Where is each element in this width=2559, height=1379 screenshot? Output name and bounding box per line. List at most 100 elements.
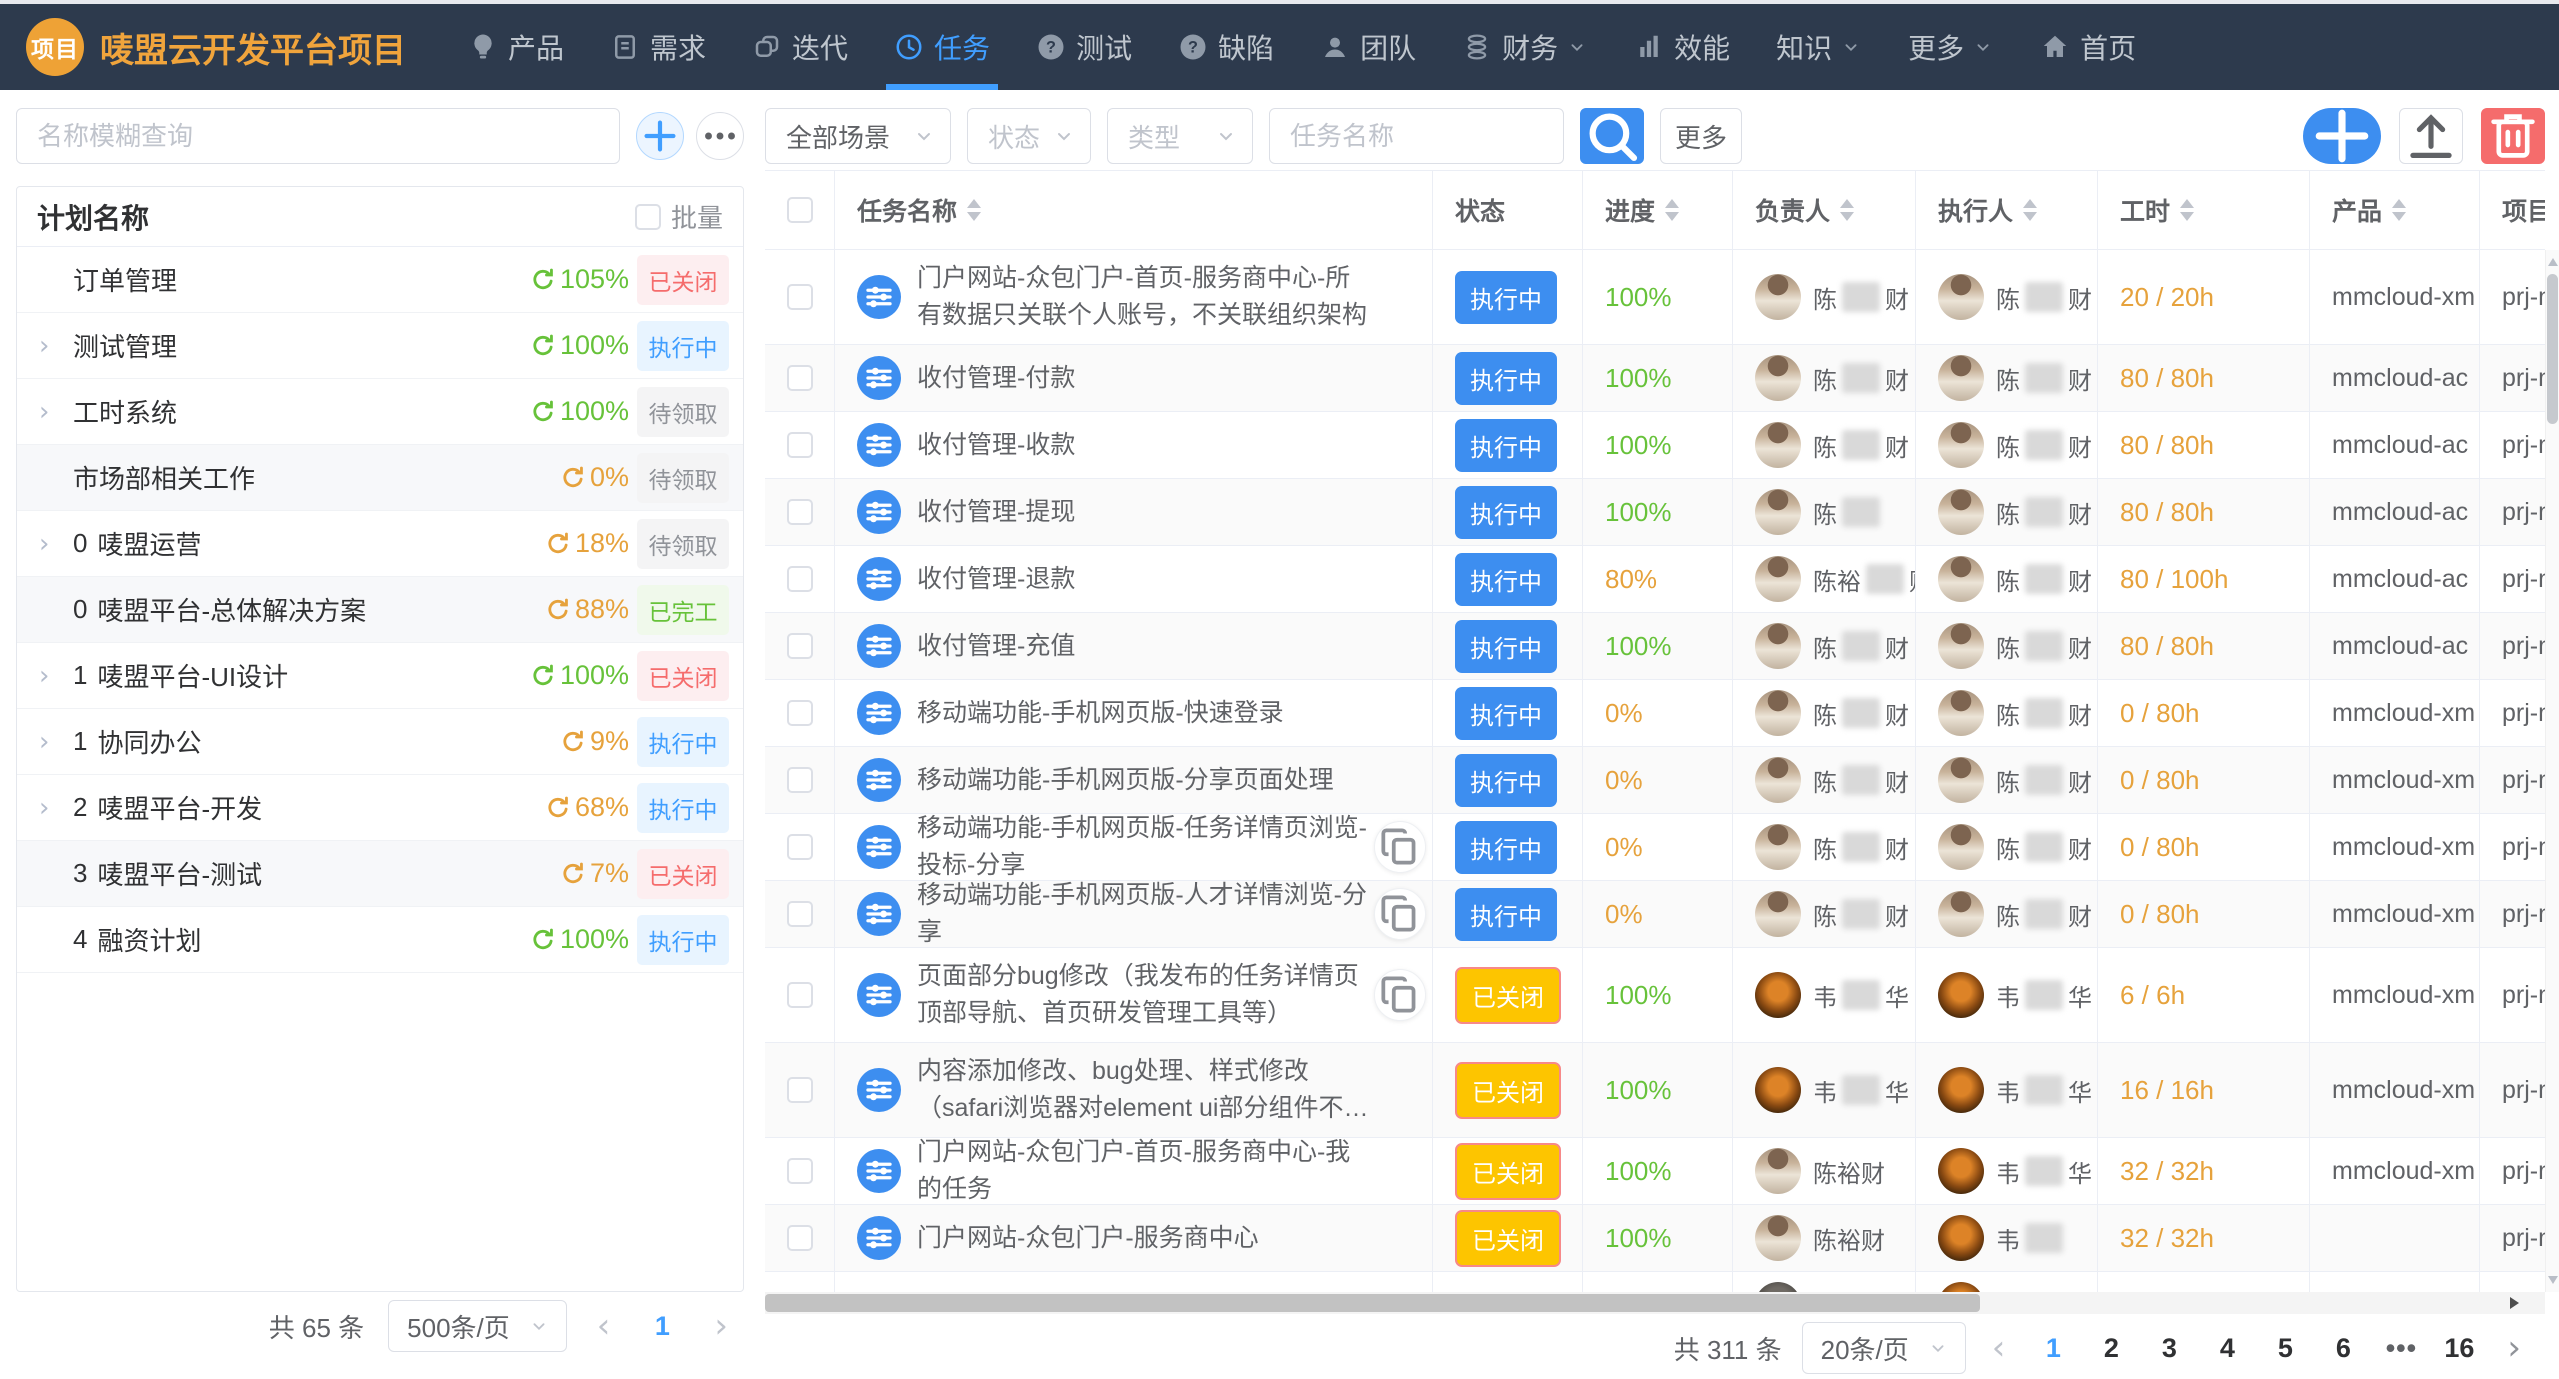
- task-name[interactable]: 门户网站-众包门户-服务商中心: [917, 1220, 1299, 1257]
- add-task-button[interactable]: [2303, 108, 2381, 164]
- vertical-scrollbar-thumb[interactable]: [2547, 274, 2558, 424]
- page-number[interactable]: 16: [2437, 1326, 2481, 1370]
- task-name[interactable]: 移动端功能-手机网页版-人才详情浏览-分享: [917, 881, 1410, 947]
- column-header[interactable]: 进度: [1583, 171, 1733, 249]
- column-header[interactable]: 任务名称: [835, 171, 1433, 249]
- table-row[interactable]: 移动端功能-手机网页版-分享页面处理 执行中 0% 陈财 陈财 0 / 80h …: [765, 747, 2545, 814]
- page-number[interactable]: 5: [2263, 1326, 2307, 1370]
- plan-list-item[interactable]: › 0 唛盟平台-总体解决方案 88% 已完工: [17, 577, 743, 643]
- page-ellipsis[interactable]: •••: [2379, 1326, 2423, 1370]
- task-prev-page-button[interactable]: ‹: [1986, 1328, 2012, 1368]
- column-header[interactable]: 产品: [2310, 171, 2480, 249]
- upload-button[interactable]: [2399, 108, 2463, 164]
- task-name[interactable]: 移动端功能-手机网页版-快速登录: [917, 695, 1324, 732]
- plan-list-item[interactable]: › 3 唛盟平台-测试 7% 已关闭: [17, 841, 743, 907]
- column-header[interactable]: 项目: [2480, 171, 2545, 249]
- table-row[interactable]: [765, 1272, 2545, 1292]
- table-row[interactable]: 收付管理-付款 执行中 100% 陈财 陈财 80 / 80h mmcloud-…: [765, 345, 2545, 412]
- row-checkbox[interactable]: [787, 432, 813, 458]
- table-row[interactable]: 移动端功能-手机网页版-任务详情页浏览-投标-分享 执行中 0% 陈财 陈财 0…: [765, 814, 2545, 881]
- task-name[interactable]: 门户网站-众包门户-首页-服务商中心-我的任务: [917, 1138, 1410, 1204]
- task-name[interactable]: 移动端功能-手机网页版-分享页面处理: [917, 762, 1374, 799]
- plan-prev-page-button[interactable]: ‹: [591, 1306, 617, 1346]
- row-checkbox[interactable]: [787, 1225, 813, 1251]
- plan-next-page-button[interactable]: ›: [708, 1306, 734, 1346]
- table-row[interactable]: 门户网站-众包门户-服务商中心 已关闭 100% 陈裕财 韦 32 / 32h …: [765, 1205, 2545, 1272]
- nav-item-more[interactable]: 更多: [1892, 4, 2010, 90]
- delete-button[interactable]: [2481, 108, 2545, 164]
- row-checkbox[interactable]: [787, 700, 813, 726]
- column-header[interactable]: 工时: [2098, 171, 2310, 249]
- expand-chevron-icon[interactable]: ›: [39, 331, 73, 361]
- task-name-input[interactable]: [1269, 108, 1564, 164]
- nav-item-knowledge[interactable]: 知识: [1760, 4, 1878, 90]
- row-checkbox[interactable]: [787, 499, 813, 525]
- sort-icon[interactable]: [2392, 199, 2406, 221]
- table-row[interactable]: 移动端功能-手机网页版-快速登录 执行中 0% 陈财 陈财 0 / 80h mm…: [765, 680, 2545, 747]
- scene-select[interactable]: 全部场景: [765, 108, 951, 164]
- plan-list-item[interactable]: › 工时系统 100% 待领取: [17, 379, 743, 445]
- page-number[interactable]: 6: [2321, 1326, 2365, 1370]
- table-row[interactable]: 收付管理-退款 执行中 80% 陈裕财 陈财 80 / 100h mmcloud…: [765, 546, 2545, 613]
- scroll-up-icon[interactable]: [2548, 258, 2558, 266]
- sort-icon[interactable]: [2023, 199, 2037, 221]
- plan-list-item[interactable]: › 2 唛盟平台-开发 68% 执行中: [17, 775, 743, 841]
- task-name[interactable]: 收付管理-付款: [917, 360, 1115, 397]
- task-name[interactable]: 收付管理-退款: [917, 561, 1115, 598]
- expand-chevron-icon[interactable]: ›: [39, 727, 73, 757]
- batch-toggle[interactable]: 批量: [635, 198, 723, 235]
- table-row[interactable]: 收付管理-充值 执行中 100% 陈财 陈财 80 / 80h mmcloud-…: [765, 613, 2545, 680]
- task-name[interactable]: 页面部分bug修改（我发布的任务详情页顶部导航、首页研发管理工具等）: [917, 958, 1410, 1032]
- plan-list-item[interactable]: › 0 唛盟运营 18% 待领取: [17, 511, 743, 577]
- expand-chevron-icon[interactable]: ›: [39, 793, 73, 823]
- row-checkbox[interactable]: [787, 566, 813, 592]
- plan-page-number[interactable]: 1: [640, 1304, 684, 1348]
- plan-list-item[interactable]: › 1 协同办公 9% 执行中: [17, 709, 743, 775]
- copy-icon[interactable]: [1374, 969, 1426, 1021]
- row-checkbox[interactable]: [787, 901, 813, 927]
- table-row[interactable]: 页面部分bug修改（我发布的任务详情页顶部导航、首页研发管理工具等） 已关闭 1…: [765, 948, 2545, 1043]
- row-checkbox[interactable]: [787, 1158, 813, 1184]
- more-filters-button[interactable]: 更多: [1660, 108, 1742, 164]
- nav-item-testing[interactable]: ? 测试: [1020, 4, 1148, 90]
- page-number[interactable]: 1: [2031, 1326, 2075, 1370]
- expand-chevron-icon[interactable]: ›: [39, 397, 73, 427]
- batch-checkbox[interactable]: [635, 204, 661, 230]
- row-checkbox[interactable]: [787, 982, 813, 1008]
- task-name[interactable]: 门户网站-众包门户-首页-服务商中心-所有数据只关联个人账号，不关联组织架构: [917, 260, 1410, 334]
- nav-item-product[interactable]: 产品: [452, 4, 580, 90]
- plan-list-item[interactable]: › 4 融资计划 100% 执行中: [17, 907, 743, 973]
- column-header[interactable]: 负责人: [1733, 171, 1916, 249]
- plan-list-item[interactable]: › 1 唛盟平台-UI设计 100% 已关闭: [17, 643, 743, 709]
- copy-icon[interactable]: [1374, 888, 1426, 940]
- status-select[interactable]: 状态: [967, 108, 1091, 164]
- row-checkbox[interactable]: [787, 284, 813, 310]
- nav-item-home[interactable]: 首页: [2024, 4, 2152, 90]
- page-number[interactable]: 2: [2089, 1326, 2133, 1370]
- sort-icon[interactable]: [1840, 199, 1854, 221]
- table-row[interactable]: 门户网站-众包门户-首页-服务商中心-所有数据只关联个人账号，不关联组织架构 执…: [765, 250, 2545, 345]
- page-number[interactable]: 4: [2205, 1326, 2249, 1370]
- task-name[interactable]: 收付管理-提现: [917, 494, 1115, 531]
- nav-item-defects[interactable]: ? 缺陷: [1162, 4, 1290, 90]
- table-row[interactable]: 收付管理-收款 执行中 100% 陈财 陈财 80 / 80h mmcloud-…: [765, 412, 2545, 479]
- nav-item-tasks[interactable]: 任务: [878, 4, 1006, 90]
- nav-item-finance[interactable]: 财务: [1446, 4, 1604, 90]
- plan-page-size-select[interactable]: 500条/页: [388, 1300, 567, 1352]
- page-number[interactable]: 3: [2147, 1326, 2191, 1370]
- add-plan-button[interactable]: [636, 112, 684, 160]
- nav-item-requirements[interactable]: 需求: [594, 4, 722, 90]
- nav-item-performance[interactable]: 效能: [1618, 4, 1746, 90]
- vertical-scrollbar[interactable]: [2545, 250, 2559, 1292]
- column-header[interactable]: 状态: [1433, 171, 1583, 249]
- horizontal-scrollbar-thumb[interactable]: [765, 1294, 1980, 1312]
- copy-icon[interactable]: [1374, 821, 1426, 873]
- table-row[interactable]: 收付管理-提现 执行中 100% 陈 陈财 80 / 80h mmcloud-a…: [765, 479, 2545, 546]
- scroll-down-icon[interactable]: [2548, 1276, 2558, 1284]
- select-all-checkbox[interactable]: [787, 197, 813, 223]
- app-logo[interactable]: 项目: [26, 18, 84, 76]
- type-select[interactable]: 类型: [1107, 108, 1253, 164]
- table-row[interactable]: 门户网站-众包门户-首页-服务商中心-我的任务 已关闭 100% 陈裕财 韦华 …: [765, 1138, 2545, 1205]
- plan-more-button[interactable]: [696, 112, 744, 160]
- task-next-page-button[interactable]: ›: [2501, 1328, 2527, 1368]
